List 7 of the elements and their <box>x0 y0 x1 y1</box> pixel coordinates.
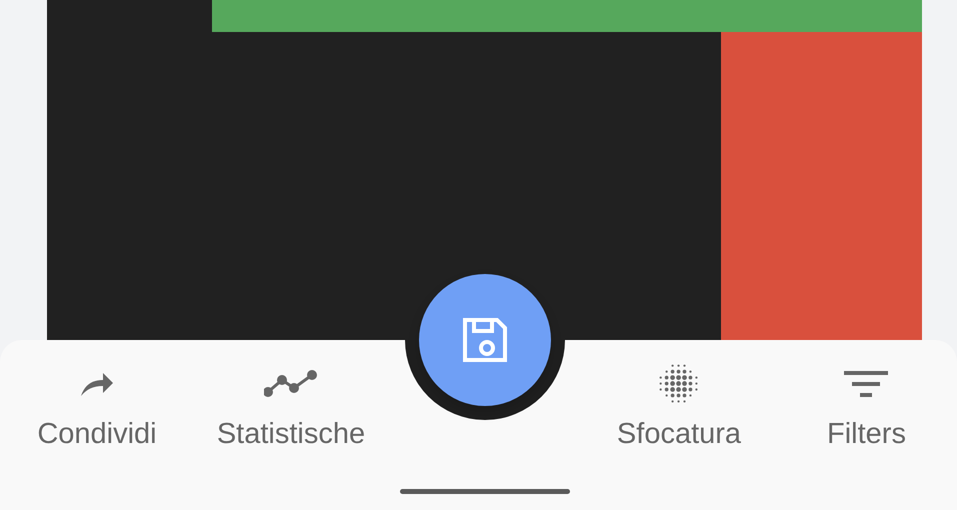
nav-button[interactable]: Condividi <box>37 362 157 451</box>
nav-button[interactable]: Filters <box>827 362 906 451</box>
share-arrow-icon <box>78 370 115 398</box>
line-graph-icon <box>264 370 318 398</box>
filter-icon <box>844 369 888 399</box>
nav-button[interactable]: Sfocatura <box>616 362 742 451</box>
nav-button[interactable]: Statistische <box>216 362 366 451</box>
